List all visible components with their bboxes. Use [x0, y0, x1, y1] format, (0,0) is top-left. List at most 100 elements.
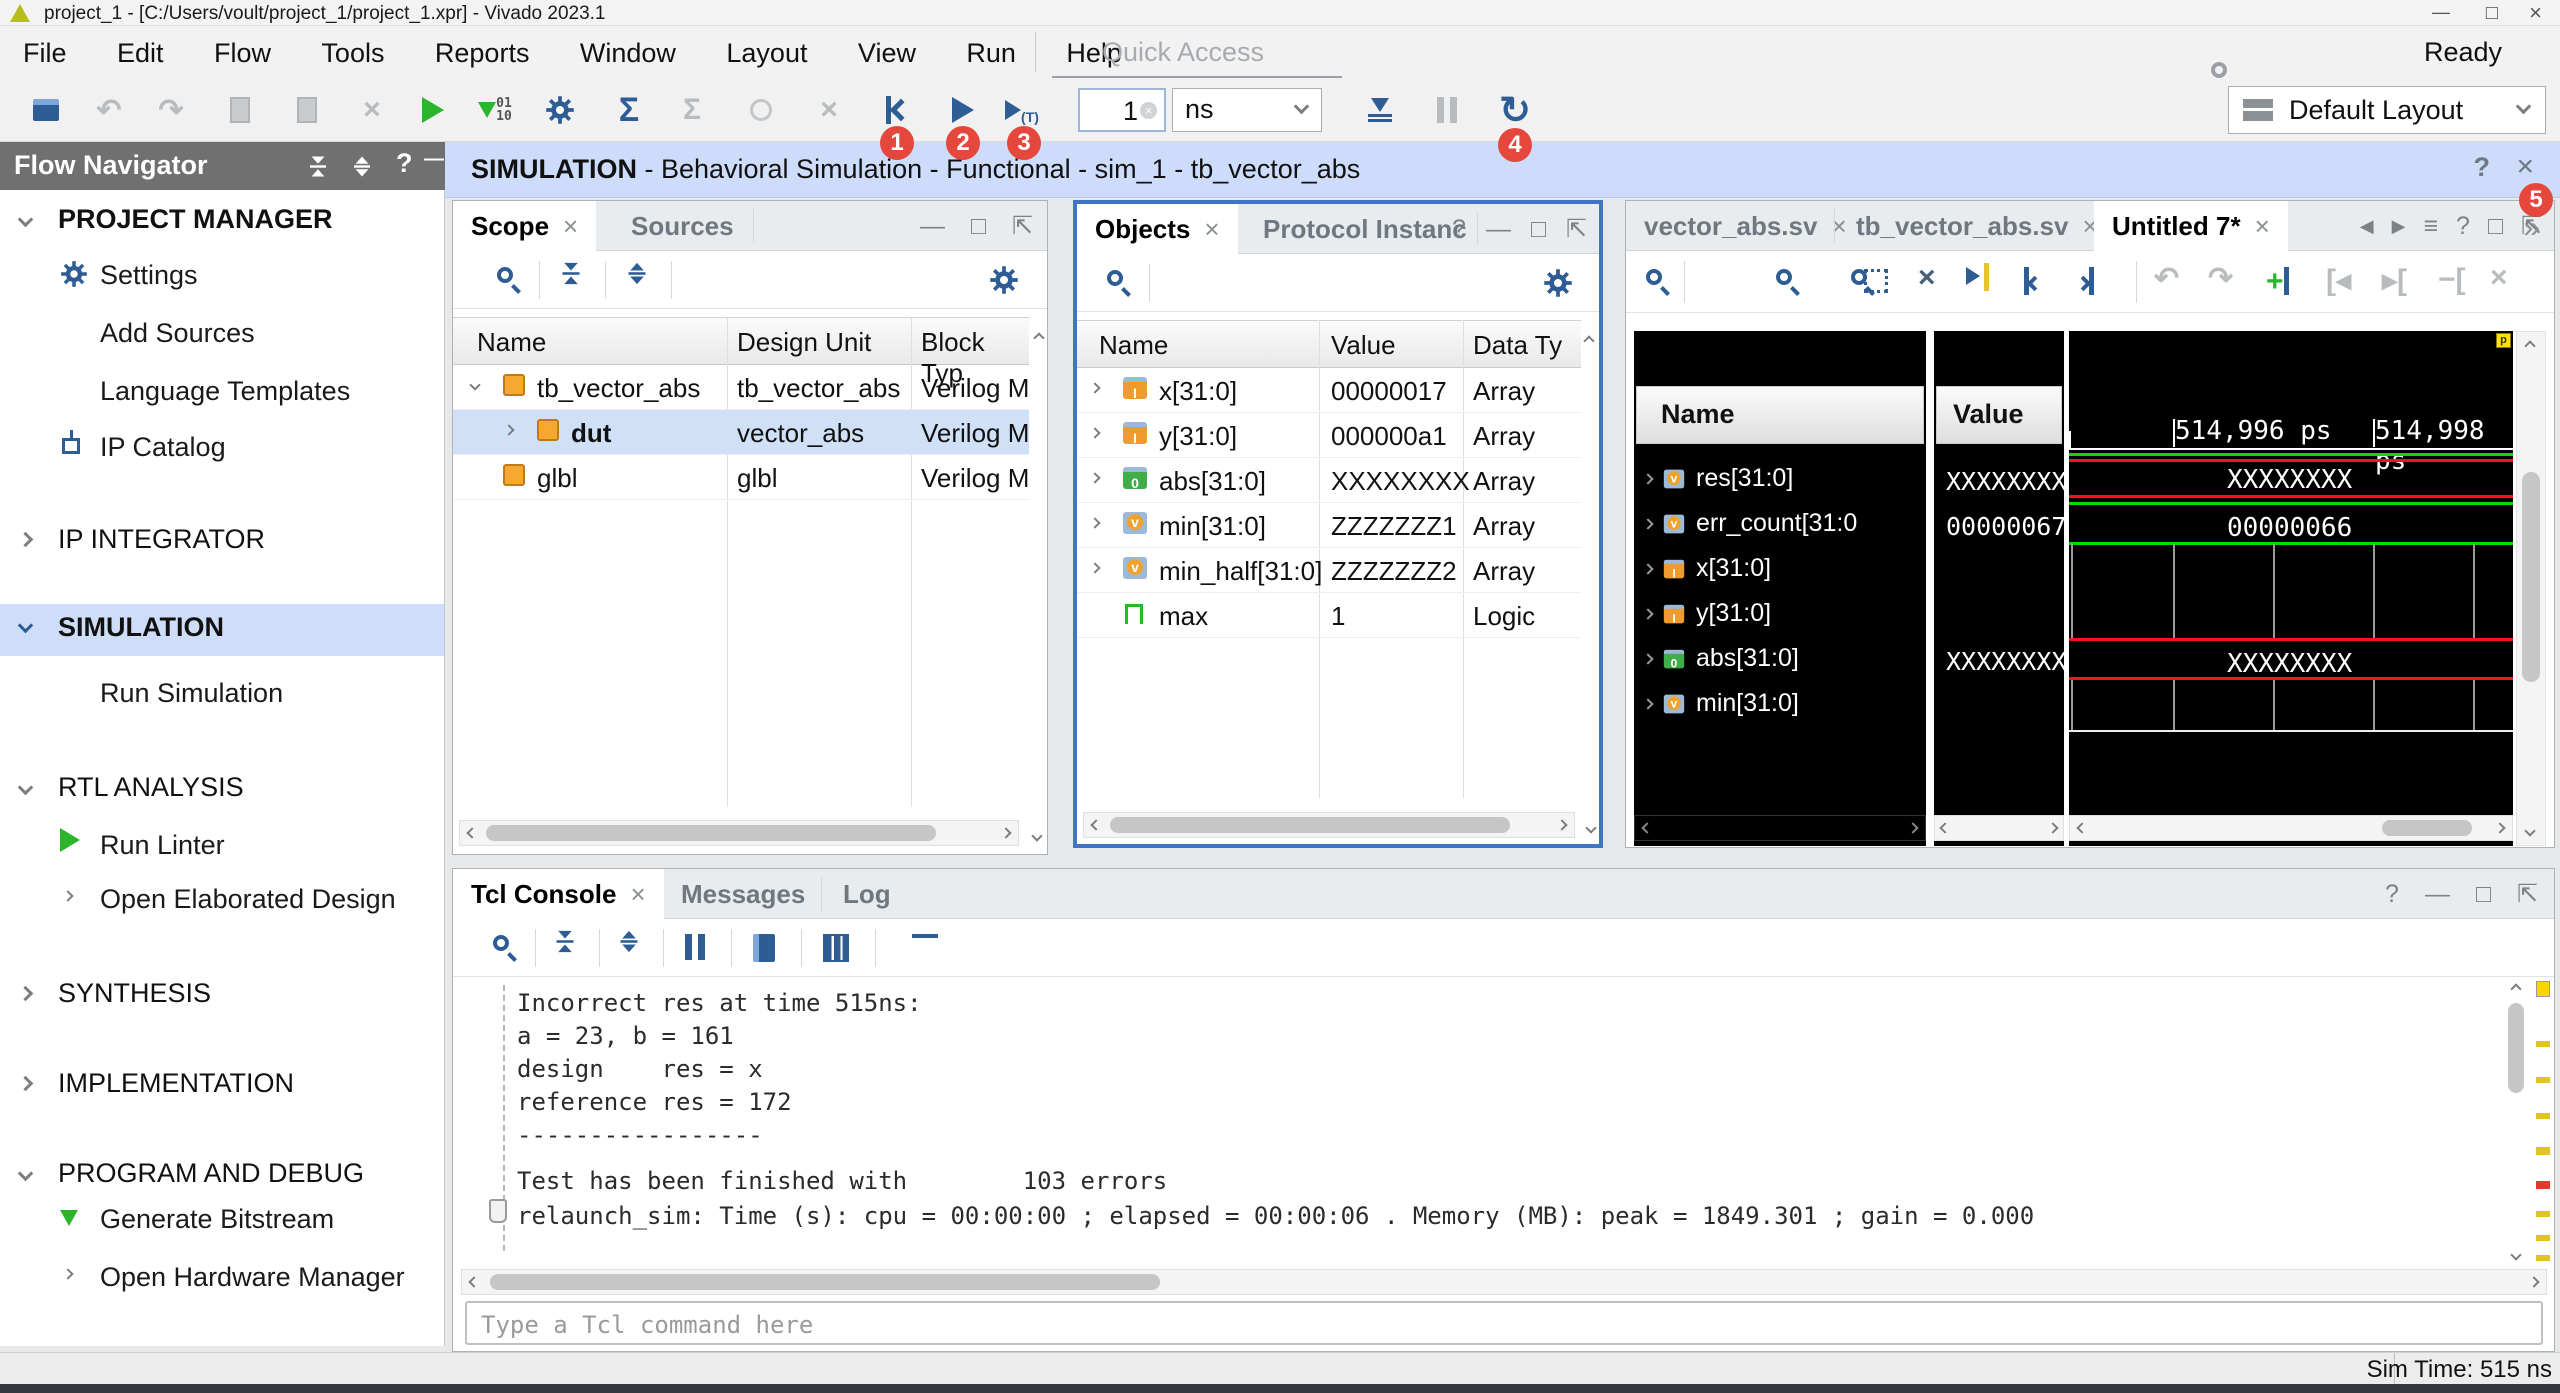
tab-messages[interactable]: Messages [663, 869, 823, 919]
line-expander-icon[interactable] [489, 1199, 507, 1223]
wave-vscrollbar[interactable] [2516, 331, 2546, 846]
float-panel-icon[interactable] [2517, 879, 2538, 909]
expand-all-icon[interactable] [354, 157, 370, 177]
expand-all-icon[interactable] [629, 263, 646, 284]
settings-gear-icon[interactable] [1543, 268, 1573, 298]
tab-scope[interactable]: Scope [453, 201, 596, 251]
banner-help-icon[interactable] [2474, 152, 2491, 183]
maximize-panel-icon[interactable] [2476, 880, 2491, 909]
pm-expander[interactable] [18, 212, 34, 228]
table-row[interactable]: glbl glbl Verilog M [453, 455, 1029, 500]
menu-layout[interactable]: Layout [703, 26, 830, 81]
zoom-in-icon[interactable] [1776, 269, 1792, 285]
snap-off-icon[interactable] [1918, 261, 1936, 295]
step-button[interactable] [1360, 90, 1400, 130]
settings-gear-icon[interactable] [989, 265, 1019, 295]
prev-tab-icon[interactable] [2360, 216, 2374, 237]
minimize-panel-icon[interactable] [920, 212, 945, 241]
console-output[interactable]: Incorrect res at time 515ns: a = 23, b =… [453, 977, 2554, 1267]
objects-hscrollbar[interactable] [1083, 812, 1575, 838]
help-icon[interactable] [2385, 880, 2399, 909]
run-all-button[interactable] [943, 90, 983, 130]
help-icon[interactable] [1452, 215, 1466, 244]
nav-add-sources[interactable]: Add Sources [100, 318, 255, 349]
maximize-panel-icon[interactable] [971, 212, 986, 241]
open-project-icon[interactable] [26, 90, 66, 130]
wave-values-hscrollbar[interactable] [1934, 815, 2064, 841]
table-row[interactable]: min_half[31:0] ZZZZZZZ2 Array [1077, 548, 1581, 593]
help-icon[interactable] [396, 148, 413, 179]
paste-icon[interactable] [287, 90, 327, 130]
nav-settings[interactable]: Settings [100, 260, 198, 291]
marker-error[interactable] [2536, 1181, 2550, 1189]
tab-protocol-instances[interactable]: Protocol Instanc [1245, 204, 1475, 254]
marker-warning[interactable] [2536, 1041, 2550, 1047]
time-unit-select[interactable]: ns [1172, 88, 1322, 132]
tab-sources[interactable]: Sources [613, 201, 752, 251]
table-row[interactable]: min[31:0] ZZZZZZZ1 Array [1077, 503, 1581, 548]
menu-file[interactable]: File [0, 26, 90, 81]
clear-time-icon[interactable]: × [1140, 102, 1157, 119]
cut-icon[interactable] [352, 90, 392, 130]
collapse-all-icon[interactable] [563, 263, 580, 284]
scope-hscrollbar[interactable] [459, 820, 1019, 846]
settings-gear-icon[interactable] [540, 90, 580, 130]
rtl-expander[interactable] [18, 780, 34, 796]
quick-access-input[interactable]: Quick Access [1102, 37, 1264, 68]
relaunch-sim-button[interactable] [1495, 90, 1535, 130]
tab-log[interactable]: Log [825, 869, 909, 919]
nav-synthesis[interactable]: SYNTHESIS [58, 978, 503, 1026]
table-row[interactable]: I y[31:0] 000000a1 Array [1077, 413, 1581, 458]
maximize-panel-icon[interactable] [2488, 212, 2503, 241]
table-row[interactable]: max 1 Logic [1077, 593, 1581, 638]
marker-warning[interactable] [2536, 1235, 2550, 1241]
wave-signal-row[interactable]: 0abs[31:0] [1644, 636, 1799, 681]
wave-name-header[interactable]: Name [1636, 386, 1924, 444]
pause-output-icon[interactable] [685, 934, 705, 960]
scope-table-header[interactable]: Name Design Unit Block Typ [453, 317, 1029, 365]
run-icon[interactable] [413, 90, 453, 130]
restart-sim-button[interactable] [877, 90, 917, 130]
search-icon[interactable] [493, 935, 509, 951]
wave-signal-row[interactable]: Iy[31:0] [1644, 591, 1771, 636]
minimize-panel-icon[interactable] [2425, 880, 2450, 909]
search-icon[interactable] [1107, 270, 1123, 286]
table-row-selected[interactable]: dut vector_abs Verilog M [453, 410, 1029, 455]
wave-signal-row[interactable]: min[31:0] [1644, 681, 1799, 726]
table-row[interactable]: tb_vector_abs tb_vector_abs Verilog M [453, 365, 1029, 410]
wave-value-header[interactable]: Value [1936, 386, 2062, 444]
console-vscroll-up[interactable] [2510, 983, 2521, 994]
marker-warning[interactable] [2536, 1255, 2550, 1261]
tcl-command-input[interactable]: Type a Tcl command here [465, 1301, 2543, 1345]
table-row[interactable]: I x[31:0] 00000017 Array [1077, 368, 1581, 413]
elab-expander[interactable] [62, 890, 73, 901]
report-icon[interactable] [823, 934, 849, 962]
go-to-cursor-icon[interactable] [1966, 267, 1989, 291]
wave-names-hscrollbar[interactable] [1634, 815, 1926, 841]
tab-list-icon[interactable] [2423, 212, 2438, 241]
nav-open-elaborated[interactable]: Open Elaborated Design [100, 884, 396, 915]
nav-project-manager[interactable]: PROJECT MANAGER [58, 204, 503, 252]
impl-expander[interactable] [18, 1076, 34, 1092]
console-vscroll-down[interactable] [2510, 1249, 2521, 1260]
copy-icon[interactable] [753, 934, 775, 962]
console-vscroll-thumb[interactable] [2508, 1003, 2524, 1093]
previous-transition-icon[interactable] [2024, 267, 2040, 300]
synth-expander[interactable] [18, 986, 34, 1002]
next-transition-icon[interactable] [2078, 267, 2094, 300]
wave-signal-row[interactable]: res[31:0] [1644, 456, 1793, 501]
menu-window[interactable]: Window [557, 26, 699, 81]
minimize-panel-icon[interactable] [1486, 215, 1511, 244]
wave-plot-hscrollbar[interactable] [2069, 815, 2513, 841]
window-close-button[interactable] [2529, 0, 2542, 26]
search-icon[interactable] [1646, 269, 1662, 285]
table-row[interactable]: 0 abs[31:0] XXXXXXXX Array [1077, 458, 1581, 503]
nav-implementation[interactable]: IMPLEMENTATION [58, 1068, 503, 1116]
menu-flow[interactable]: Flow [191, 26, 294, 81]
window-minimize-button[interactable] [2432, 2, 2450, 23]
layout-selector[interactable]: Default Layout [2228, 86, 2546, 134]
wave-signal-row[interactable]: Ix[31:0] [1644, 546, 1771, 591]
wave-signal-row[interactable]: err_count[31:0 [1644, 501, 1857, 546]
expand-all-icon[interactable] [621, 931, 638, 952]
tab-tb-vector-abs-sv[interactable]: tb_vector_abs.sv [1838, 201, 2116, 251]
